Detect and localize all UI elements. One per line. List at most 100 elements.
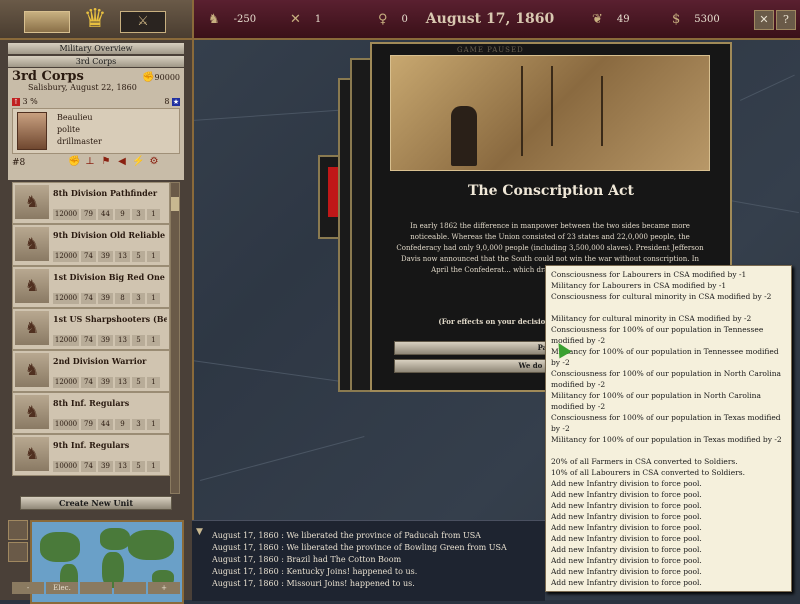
stat-research: ♀ 0 xyxy=(378,11,408,27)
game-paused-label: GAME PAUSED xyxy=(457,46,524,54)
effects-tooltip: Consciousness for Labourers in CSA modif… xyxy=(545,265,792,592)
unit-list-scrollbar[interactable] xyxy=(170,182,180,494)
options-button[interactable]: ✕ xyxy=(754,10,774,30)
election-button[interactable]: Elec. xyxy=(46,582,78,594)
unit-stat-speed: 1 xyxy=(147,377,160,388)
nation-panel: ♛ ⚔ xyxy=(0,0,194,38)
game-date[interactable]: August 17, 1860 xyxy=(410,8,570,30)
crossed-swords-icon: ✕ xyxy=(290,11,301,27)
unit-name: 1st Division Big Red One xyxy=(53,272,165,282)
fist-icon: ✊ xyxy=(142,72,155,83)
create-unit-button[interactable]: Create New Unit xyxy=(20,496,172,510)
hierarchy-icon[interactable]: ⊥ xyxy=(84,156,96,168)
unit-stat-speed: 1 xyxy=(147,293,160,304)
unit-stat-morale: 74 xyxy=(81,377,96,388)
tooltip-line: Militancy for cultural minority in CSA m… xyxy=(551,314,752,323)
log-toggle-icon[interactable]: ▼ xyxy=(196,527,203,537)
help-button[interactable]: ? xyxy=(776,10,796,30)
log-message[interactable]: August 17, 1860 : Brazil had The Cotton … xyxy=(212,555,401,564)
tooltip-line: Add new Infantry division to force pool. xyxy=(551,523,702,532)
unit-stat-defense: 3 xyxy=(132,293,145,304)
unit-name: 8th Inf. Regulars xyxy=(53,398,130,408)
corps-location: Salisbury, August 22, 1860 xyxy=(28,83,137,92)
unit-stat-experience: 39 xyxy=(98,335,113,346)
stat-laurel: ❦ 49 xyxy=(592,11,630,27)
unit-stat-experience: 39 xyxy=(98,251,113,262)
unit-stat-speed: 1 xyxy=(147,209,160,220)
unit-stat-defense: 3 xyxy=(132,209,145,220)
tooltip-line: 20% of all Farmers in CSA converted to S… xyxy=(551,457,738,466)
unit-row[interactable]: ♞ 9th Division Old Reliable 12000 74 39 13 5… xyxy=(12,224,170,266)
unit-row[interactable]: ♞ 1st Division Big Red One 12000 74 39 8 3 1 xyxy=(12,266,170,308)
attack-icon[interactable]: ✊ xyxy=(68,156,80,168)
lightbulb-icon: ♀ xyxy=(378,11,388,27)
cannon-icon[interactable]: ⚔ xyxy=(120,11,166,33)
tooltip-line: Add new Infantry division to force pool. xyxy=(551,567,702,576)
unit-stat-experience: 39 xyxy=(98,377,113,388)
tooltip-line: Militancy for Labourers in CSA modified … xyxy=(551,281,727,290)
unit-stats: 12000 74 39 8 3 1 xyxy=(53,293,162,304)
unit-stat-attack: 8 xyxy=(115,293,130,304)
unit-stat-men: 12000 xyxy=(53,293,79,304)
tooltip-line: Militancy for 100% of our population in … xyxy=(551,435,782,444)
tooltip-line: Militancy for 100% of our population in … xyxy=(551,391,761,411)
top-bar: ♛ ⚔ ♞ -250 ✕ 1 ♀ 0 August 17, 1860 ❦ 49 $530… xyxy=(0,0,800,40)
tooltip-line: Consciousness for cultural minority in C… xyxy=(551,292,772,301)
money-bag-icon: $ xyxy=(672,11,681,27)
unit-stats: 12000 74 39 13 5 1 xyxy=(53,251,162,262)
log-message[interactable]: August 17, 1860 : We liberated the provi… xyxy=(212,531,481,540)
log-message[interactable]: August 17, 1860 : We liberated the provi… xyxy=(212,543,507,552)
event-illustration xyxy=(390,55,710,171)
scroll-thumb[interactable] xyxy=(171,197,179,211)
unit-stat-defense: 5 xyxy=(132,335,145,346)
stat-battles: ✕ 1 xyxy=(290,11,322,27)
infantry-icon: ♞ xyxy=(15,437,49,471)
leader-box[interactable]: Beaulieu polite drillmaster xyxy=(12,108,180,154)
zoom-in-button[interactable]: + xyxy=(148,582,180,594)
unit-stat-defense: 5 xyxy=(132,251,145,262)
map-filter-button-2[interactable] xyxy=(114,582,146,594)
organization-icon: ↑ xyxy=(12,98,20,106)
infantry-icon: ♞ xyxy=(15,185,49,219)
tooltip-line: Add new Infantry division to force pool. xyxy=(551,512,702,521)
settings-icon[interactable]: ⚙ xyxy=(148,156,160,168)
corps-tab[interactable]: 3rd Corps xyxy=(8,56,184,67)
infantry-icon: ♞ xyxy=(15,353,49,387)
nation-flag[interactable] xyxy=(24,11,70,33)
unit-name: 2nd Division Warrior xyxy=(53,356,147,366)
tooltip-line: Add new Infantry division to force pool. xyxy=(551,534,702,543)
message-log[interactable]: ▼ August 17, 1860 : We liberated the pro… xyxy=(192,520,545,601)
unit-row[interactable]: ♞ 8th Division Pathfinder 12000 79 44 9 3 1 xyxy=(12,182,170,224)
unit-stat-attack: 13 xyxy=(115,251,130,262)
stat-money: $5300 xyxy=(672,11,720,27)
lightning-icon[interactable]: ⚡ xyxy=(132,156,144,168)
zoom-map-button[interactable] xyxy=(8,520,28,540)
map-mode-button[interactable] xyxy=(8,542,28,562)
unit-row[interactable]: ♞ 8th Inf. Regulars 10000 79 44 9 3 1 xyxy=(12,392,170,434)
map-filter-button[interactable] xyxy=(80,582,112,594)
unit-name: 8th Division Pathfinder xyxy=(53,188,158,198)
leader-trait-personality: polite xyxy=(57,125,81,134)
infantry-icon: ♞ xyxy=(15,311,49,345)
unit-row[interactable]: ♞ 2nd Division Warrior 12000 74 39 13 5 1 xyxy=(12,350,170,392)
unit-stat-attack: 9 xyxy=(115,209,130,220)
tooltip-line: 10% of all Labourers in CSA converted to… xyxy=(551,468,745,477)
leader-portrait[interactable] xyxy=(17,112,47,150)
unit-name: 1st US Sharpshooters (Be xyxy=(53,314,167,324)
tooltip-line: Consciousness for 100% of our population… xyxy=(551,413,781,433)
stat-prestige: ♞ -250 xyxy=(208,11,257,27)
corps-rank: 8 ★ xyxy=(164,97,180,106)
crown-icon[interactable]: ♛ xyxy=(80,3,110,35)
unit-stat-experience: 39 xyxy=(98,461,113,472)
unit-stats: 12000 74 39 13 5 1 xyxy=(53,335,162,346)
tooltip-line: Add new Infantry division to force pool. xyxy=(551,545,702,554)
panel-header[interactable]: Military Overview xyxy=(8,43,184,54)
horn-icon[interactable]: ◀ xyxy=(116,156,128,168)
flag-icon[interactable]: ⚑ xyxy=(100,156,112,168)
log-message[interactable]: August 17, 1860 : Missouri Joins! happen… xyxy=(212,579,415,588)
unit-stat-speed: 1 xyxy=(147,251,160,262)
unit-row[interactable]: ♞ 1st US Sharpshooters (Be 12000 74 39 13 5 1 xyxy=(12,308,170,350)
unit-row[interactable]: ♞ 9th Inf. Regulars 10000 74 39 13 5 1 xyxy=(12,434,170,476)
log-message[interactable]: August 17, 1860 : Kentucky Joins! happen… xyxy=(212,567,417,576)
zoom-out-button[interactable]: - xyxy=(12,582,44,594)
